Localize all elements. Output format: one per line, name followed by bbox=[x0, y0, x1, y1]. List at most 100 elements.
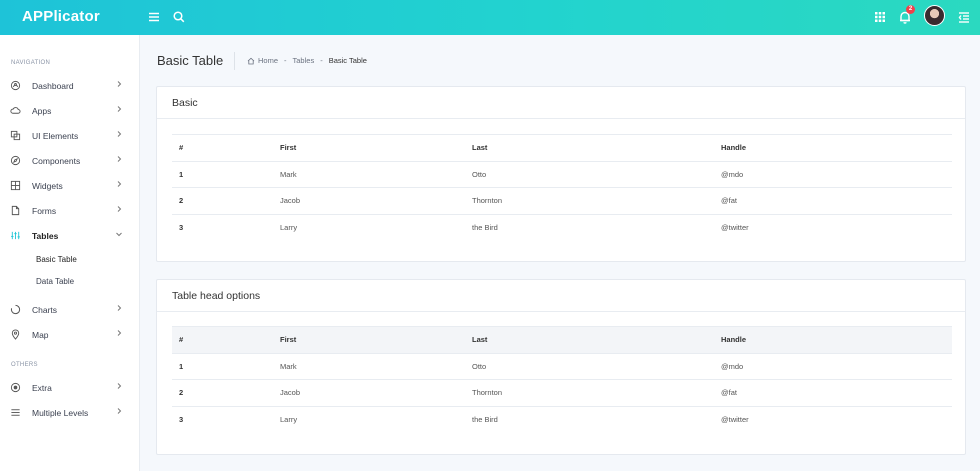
table-row: 3 Larry the Bird @twitter bbox=[172, 405, 952, 433]
table-header-row: # First Last Handle bbox=[172, 326, 952, 353]
sidebar-item-components[interactable]: Components bbox=[0, 151, 140, 173]
chevron-right-icon bbox=[115, 382, 123, 390]
sidebar-item-label: Widgets bbox=[32, 181, 63, 191]
avatar[interactable] bbox=[924, 5, 945, 26]
table-row: 3 Larry the Bird @twitter bbox=[172, 213, 952, 241]
table-row: 2 Jacob Thornton @fat bbox=[172, 379, 952, 406]
chevron-right-icon bbox=[115, 105, 123, 113]
card-basic: Basic # First Last Handle 1 Mark Otto @m… bbox=[156, 86, 966, 262]
copy-icon bbox=[10, 130, 21, 141]
sidebar-item-label: Forms bbox=[32, 206, 57, 216]
table-cell: @twitter bbox=[714, 213, 952, 241]
breadcrumb: Home - Tables - Basic Table bbox=[247, 56, 367, 65]
compass-icon bbox=[10, 155, 21, 166]
right-panel-icon[interactable] bbox=[956, 9, 972, 25]
breadcrumb-current: Basic Table bbox=[328, 56, 367, 65]
column-header: # bbox=[172, 134, 273, 161]
sidebar-subitem-basic-table[interactable]: Basic Table bbox=[36, 255, 77, 264]
sidebar-item-label: Components bbox=[32, 156, 81, 166]
column-header: Last bbox=[465, 134, 714, 161]
table-cell: @fat bbox=[714, 379, 952, 406]
app-logo[interactable]: APPlicator bbox=[22, 8, 100, 25]
head-options-table: # First Last Handle 1 Mark Otto @mdo 2 J… bbox=[172, 326, 952, 433]
chevron-down-icon bbox=[115, 230, 123, 238]
sidebar-item-label: Map bbox=[32, 330, 49, 340]
sidebar-item-label: Charts bbox=[32, 305, 58, 315]
table-header-row: # First Last Handle bbox=[172, 134, 952, 161]
column-header: First bbox=[273, 134, 465, 161]
top-bar: APPlicator 2 bbox=[0, 0, 980, 35]
column-header: Handle bbox=[714, 134, 952, 161]
table-cell: @fat bbox=[714, 187, 952, 214]
column-header: First bbox=[273, 326, 465, 353]
table-cell: 1 bbox=[172, 352, 273, 380]
sidebar-item-widgets[interactable]: Widgets bbox=[0, 176, 140, 198]
column-header: Handle bbox=[714, 326, 952, 353]
sidebar-item-multiple-levels[interactable]: Multiple Levels bbox=[0, 403, 140, 425]
sidebar-item-map[interactable]: Map bbox=[0, 325, 140, 347]
card-title: Table head options bbox=[172, 290, 261, 302]
table-cell: Larry bbox=[273, 213, 465, 241]
chevron-right-icon bbox=[115, 407, 123, 415]
sidebar-item-label: Multiple Levels bbox=[32, 408, 89, 418]
table-cell: 3 bbox=[172, 405, 273, 433]
chevron-right-icon bbox=[115, 304, 123, 312]
card-header bbox=[157, 87, 965, 119]
menu-icon[interactable] bbox=[146, 9, 162, 25]
sidebar-item-label: Dashboard bbox=[32, 81, 74, 91]
card-table-head-options: Table head options # First Last Handle 1… bbox=[156, 279, 966, 455]
table-cell: @mdo bbox=[714, 160, 952, 188]
sidebar-item-tables[interactable]: Tables bbox=[0, 226, 140, 248]
sidebar-item-label: Apps bbox=[32, 106, 52, 116]
breadcrumb-separator: - bbox=[320, 56, 323, 65]
table-cell: Otto bbox=[465, 352, 714, 380]
dashboard-icon bbox=[10, 80, 21, 91]
table-cell: Jacob bbox=[273, 187, 465, 214]
table-cell: 2 bbox=[172, 379, 273, 406]
sliders-icon bbox=[10, 230, 21, 241]
table-cell: Jacob bbox=[273, 379, 465, 406]
sidebar-item-dashboard[interactable]: Dashboard bbox=[0, 76, 140, 98]
grid-icon bbox=[10, 180, 21, 191]
apps-grid-icon[interactable] bbox=[872, 9, 888, 25]
breadcrumb-home[interactable]: Home bbox=[258, 56, 278, 65]
table-cell: @twitter bbox=[714, 405, 952, 433]
table-cell: Mark bbox=[273, 352, 465, 380]
target-icon bbox=[10, 382, 21, 393]
sidebar-subitem-data-table[interactable]: Data Table bbox=[36, 277, 74, 286]
table-row: 1 Mark Otto @mdo bbox=[172, 352, 952, 380]
chevron-right-icon bbox=[115, 130, 123, 138]
search-icon[interactable] bbox=[171, 9, 187, 25]
table-cell: 1 bbox=[172, 160, 273, 188]
sidebar-item-charts[interactable]: Charts bbox=[0, 300, 140, 322]
home-icon[interactable] bbox=[247, 57, 255, 65]
table-row: 1 Mark Otto @mdo bbox=[172, 160, 952, 188]
table-cell: 2 bbox=[172, 187, 273, 214]
sidebar-item-ui-elements[interactable]: UI Elements bbox=[0, 126, 140, 148]
map-pin-icon bbox=[10, 329, 21, 340]
breadcrumb-tables[interactable]: Tables bbox=[293, 56, 315, 65]
list-icon bbox=[10, 407, 21, 418]
column-header: Last bbox=[465, 326, 714, 353]
table-cell: @mdo bbox=[714, 352, 952, 380]
table-cell: Otto bbox=[465, 160, 714, 188]
card-header bbox=[157, 280, 965, 312]
card-title: Basic bbox=[172, 97, 198, 109]
chevron-right-icon bbox=[115, 205, 123, 213]
file-icon bbox=[10, 205, 21, 216]
title-divider bbox=[234, 52, 235, 70]
page-title: Basic Table bbox=[157, 53, 224, 68]
sidebar-item-label: UI Elements bbox=[32, 131, 79, 141]
table-cell: Mark bbox=[273, 160, 465, 188]
chevron-right-icon bbox=[115, 329, 123, 337]
table-cell: 3 bbox=[172, 213, 273, 241]
section-title-navigation: Navigation bbox=[11, 60, 51, 66]
table-cell: the Bird bbox=[465, 213, 714, 241]
sidebar-item-apps[interactable]: Apps bbox=[0, 101, 140, 123]
sidebar-item-extra[interactable]: Extra bbox=[0, 378, 140, 400]
table-cell: Larry bbox=[273, 405, 465, 433]
sidebar-item-label: Tables bbox=[32, 231, 59, 241]
table-cell: Thornton bbox=[465, 187, 714, 214]
sidebar-item-forms[interactable]: Forms bbox=[0, 201, 140, 223]
chevron-right-icon bbox=[115, 80, 123, 88]
